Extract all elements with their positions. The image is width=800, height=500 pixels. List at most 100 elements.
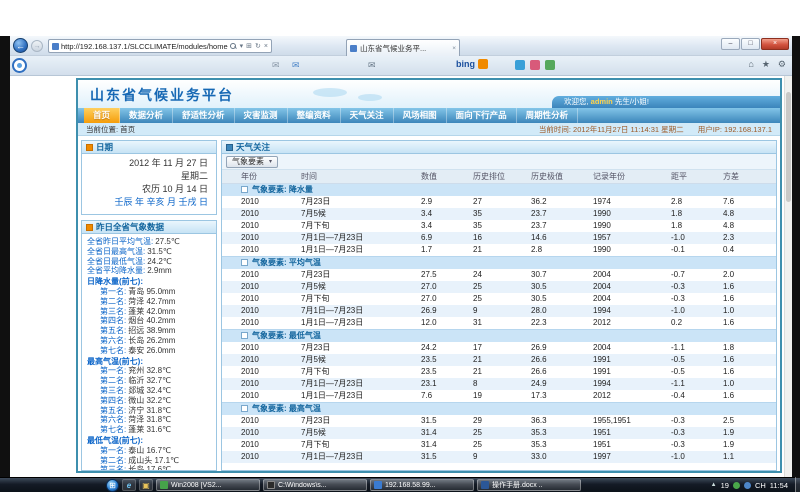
column-header[interactable]: 年份 <box>238 170 298 183</box>
group-row[interactable]: 气象要素: 降水量 <box>222 183 776 196</box>
nav-item[interactable]: 天气关注 <box>341 108 394 123</box>
nav-item[interactable]: 面向下行产品 <box>447 108 517 123</box>
table-row[interactable]: 20101月1日—7月23日1.7212.81990-0.10.4 <box>222 244 776 257</box>
forward-button[interactable]: → <box>31 40 43 52</box>
column-header[interactable]: 记录年份 <box>590 170 668 183</box>
refresh-icon[interactable]: ↻ <box>255 42 261 50</box>
weather-focus-table: 年份时间数值历史排位历史极值记录年份距平方差 气象要素: 降水量20107月23… <box>222 170 776 463</box>
autocomplete-dropdown-icon[interactable]: ▾ <box>240 42 244 50</box>
table-cell: -0.4 <box>668 390 720 403</box>
bing-toolbar[interactable]: bing <box>456 59 488 69</box>
search-icon[interactable] <box>230 43 237 50</box>
element-filter-button[interactable]: 气象要素 ▾ <box>226 156 278 168</box>
nav-item[interactable]: 灾害监测 <box>235 108 288 123</box>
nav-item[interactable]: 舒适性分析 <box>173 108 235 123</box>
home-icon[interactable]: ⌂ <box>748 59 753 70</box>
group-row[interactable]: 气象要素: 最高气温 <box>222 402 776 415</box>
checkbox-icon[interactable] <box>241 332 248 339</box>
checkbox-icon[interactable] <box>241 259 248 266</box>
clock[interactable]: 11:54 <box>770 481 788 490</box>
table-cell: 1990 <box>590 244 668 257</box>
mail-icon-2[interactable]: ✉ <box>292 60 300 71</box>
row-expand-cell <box>222 354 238 366</box>
taskbar-window-button[interactable]: Win2008 [VS2... <box>156 479 260 491</box>
checkbox-icon[interactable] <box>241 405 248 412</box>
toolbar-logo-icon[interactable] <box>12 58 27 73</box>
table-row[interactable]: 20101月1日—7月23日7.61917.32012-0.41.6 <box>222 390 776 403</box>
maximize-button[interactable]: □ <box>741 38 760 50</box>
mail-icon-3[interactable]: ✉ <box>368 60 376 71</box>
table-row[interactable]: 20107月1日—7月23日31.5933.01997-1.01.1 <box>222 451 776 463</box>
stop-icon[interactable]: × <box>264 43 268 50</box>
nav-item[interactable]: 周期性分析 <box>517 108 579 123</box>
group-row[interactable]: 气象要素: 最低气温 <box>222 329 776 342</box>
table-row[interactable]: 20107月5候3.43523.719901.84.8 <box>222 208 776 220</box>
table-row[interactable]: 20107月下旬27.02530.52004-0.31.6 <box>222 293 776 305</box>
address-bar[interactable]: http://192.168.137.1/SLCCLIMATE/modules/… <box>48 39 272 53</box>
taskbar-window-button[interactable]: 192.168.58.99... <box>370 479 474 491</box>
show-desktop-button[interactable] <box>795 477 800 492</box>
table-row[interactable]: 20107月23日31.52936.31955,1951-0.32.5 <box>222 415 776 427</box>
nav-item[interactable]: 风场相图 <box>394 108 447 123</box>
table-row[interactable]: 20107月5候31.42535.31951-0.31.9 <box>222 427 776 439</box>
start-button[interactable]: ⊞ <box>106 479 119 492</box>
table-cell: 1.7 <box>418 244 470 257</box>
browser-tab[interactable]: 山东省气候业务平... × <box>346 39 460 56</box>
table-row[interactable]: 20107月23日2.92736.219742.87.6 <box>222 196 776 208</box>
taskbar-window-button[interactable]: 操作手册.docx .. <box>477 479 581 491</box>
tray-shield-icon[interactable] <box>733 482 740 489</box>
minimize-button[interactable]: – <box>721 38 740 50</box>
row-expand-cell <box>222 232 238 244</box>
column-header[interactable]: 时间 <box>298 170 418 183</box>
tray-badge[interactable]: 19 <box>721 481 729 490</box>
table-row[interactable]: 20107月1日—7月23日23.1824.91994-1.11.0 <box>222 378 776 390</box>
explorer-taskbar-icon[interactable]: ▣ <box>139 479 153 491</box>
compatibility-view-icon[interactable]: ⊞ <box>246 42 252 50</box>
group-row[interactable]: 气象要素: 平均气温 <box>222 256 776 269</box>
settings-gear-icon[interactable]: ⚙ <box>778 59 786 70</box>
vertical-scrollbar[interactable] <box>784 76 792 477</box>
table-row[interactable]: 20107月1日—7月23日26.9928.01994-1.01.0 <box>222 305 776 317</box>
extension-icon-green[interactable] <box>545 60 555 70</box>
url-text[interactable]: http://192.168.137.1/SLCCLIMATE/modules/… <box>61 42 228 51</box>
nav-item[interactable]: 数据分析 <box>120 108 173 123</box>
column-header[interactable]: 数值 <box>418 170 470 183</box>
mail-icon[interactable]: ✉ <box>272 60 280 71</box>
table-row[interactable]: 20101月1日—7月23日12.03122.320120.21.6 <box>222 317 776 330</box>
close-button[interactable]: × <box>761 38 789 50</box>
tray-network-icon[interactable] <box>744 482 751 489</box>
table-cell: 22.3 <box>528 317 590 330</box>
table-cell: 2.9 <box>418 196 470 208</box>
column-header[interactable]: 历史极值 <box>528 170 590 183</box>
table-cell: 1.6 <box>720 317 776 330</box>
table-row[interactable]: 20107月下旬3.43523.719901.84.8 <box>222 220 776 232</box>
table-row[interactable]: 20107月下旬31.42535.31951-0.31.9 <box>222 439 776 451</box>
extension-icon-orange[interactable] <box>478 59 488 69</box>
table-row[interactable]: 20107月1日—7月23日6.91614.61957-1.02.3 <box>222 232 776 244</box>
extension-icon-blue[interactable] <box>515 60 525 70</box>
scrollbar-thumb[interactable] <box>786 92 791 202</box>
table-row[interactable]: 20107月23日27.52430.72004-0.72.0 <box>222 269 776 281</box>
nav-item[interactable]: 整编资料 <box>288 108 341 123</box>
tab-close-icon[interactable]: × <box>452 45 456 52</box>
table-row[interactable]: 20107月5候27.02530.52004-0.31.6 <box>222 281 776 293</box>
table-row[interactable]: 20107月23日24.21726.92004-1.11.8 <box>222 342 776 354</box>
browser-viewport: 山东省气候业务平台 欢迎您, admin 先生/小姐! 首页数据分析舒适性分析灾… <box>10 76 792 477</box>
weather-focus-panel: 天气关注 气象要素 ▾ 年份时间数值历史排位历史极 <box>221 140 777 471</box>
checkbox-icon[interactable] <box>241 186 248 193</box>
taskbar-window-button[interactable]: C:\Windows\s... <box>263 479 367 491</box>
column-header[interactable]: 方差 <box>720 170 776 183</box>
language-indicator[interactable]: CH <box>755 481 766 490</box>
tray-overflow-icon[interactable]: ▲ <box>711 482 717 488</box>
favorites-star-icon[interactable]: ★ <box>762 59 770 70</box>
bing-logo[interactable]: bing <box>456 59 475 69</box>
table-row[interactable]: 20107月5候23.52126.61991-0.51.6 <box>222 354 776 366</box>
nav-item[interactable]: 首页 <box>84 108 120 123</box>
column-header[interactable]: 历史排位 <box>470 170 528 183</box>
table-row[interactable]: 20107月下旬23.52126.61991-0.51.6 <box>222 366 776 378</box>
column-header[interactable]: 距平 <box>668 170 720 183</box>
table-cell: 7月1日—7月23日 <box>298 232 418 244</box>
back-button[interactable]: ← <box>13 38 28 53</box>
ie-taskbar-icon[interactable]: e <box>122 479 136 491</box>
extension-icon-pink[interactable] <box>530 60 540 70</box>
